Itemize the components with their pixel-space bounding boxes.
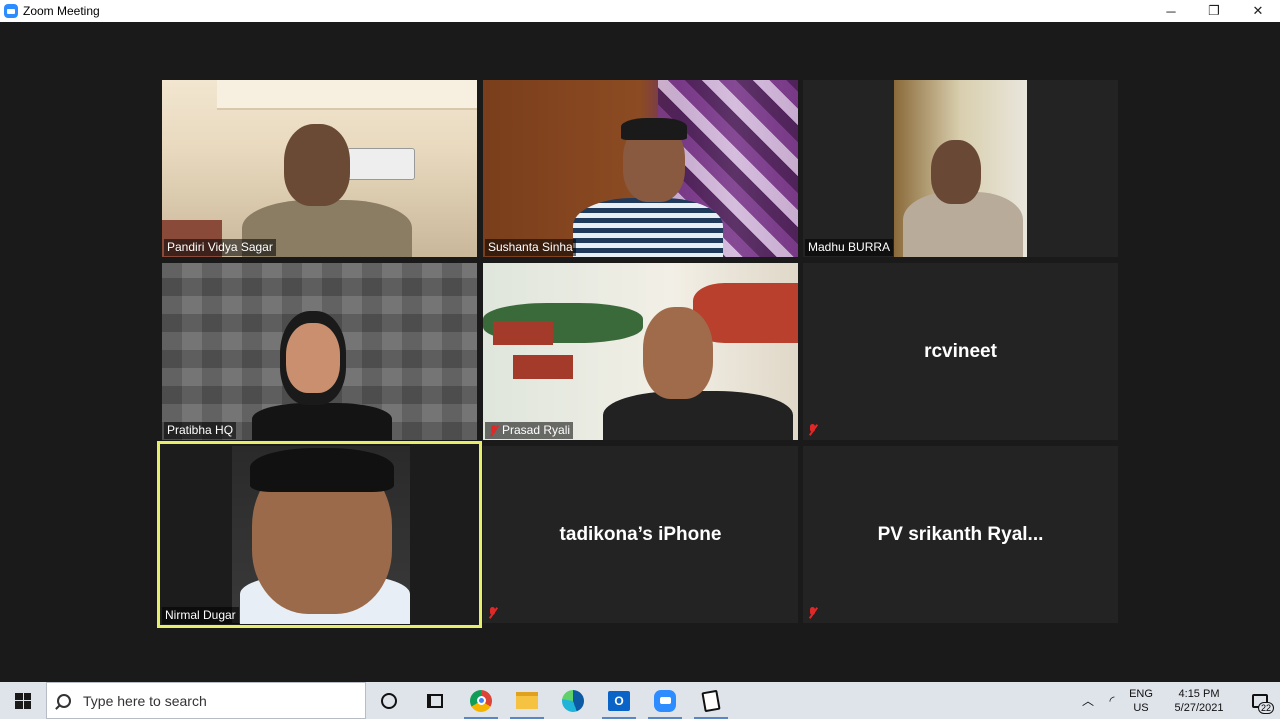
window-title: Zoom Meeting <box>23 4 100 18</box>
participant-name-tag: Nirmal Dugar <box>162 607 239 624</box>
participant-tile[interactable]: Pandiri Vidya Sagar <box>162 80 477 257</box>
restore-button[interactable]: ❐ <box>1192 0 1236 22</box>
participant-tile[interactable]: rcvineet <box>803 263 1118 440</box>
participant-name: Pratibha HQ <box>167 423 234 437</box>
zoom-icon[interactable] <box>642 682 688 719</box>
gallery-view: Pandiri Vidya Sagar Sushanta Sinha Madhu… <box>0 22 1280 682</box>
mic-muted-icon <box>488 424 499 437</box>
system-tray: ︿ ◜ ENG US 4:15 PM 5/27/2021 22 <box>1076 682 1280 719</box>
clock[interactable]: 4:15 PM 5/27/2021 <box>1158 687 1240 715</box>
notification-center-icon[interactable]: 22 <box>1240 682 1280 719</box>
participant-tile[interactable]: Prasad Ryali <box>483 263 798 440</box>
participant-tile[interactable]: Pratibha HQ <box>162 263 477 440</box>
notification-count: 22 <box>1257 702 1274 714</box>
edge-icon[interactable] <box>550 682 596 719</box>
participant-name: Nirmal Dugar <box>165 608 236 622</box>
participant-tile[interactable]: PV srikanth Ryal... <box>803 446 1118 623</box>
participant-video <box>162 80 477 257</box>
outlook-icon[interactable]: O <box>596 682 642 719</box>
participant-name-tag: Prasad Ryali <box>485 422 574 439</box>
close-button[interactable]: ✕ <box>1236 0 1280 22</box>
participant-name-tag: Sushanta Sinha <box>485 239 576 256</box>
participant-display-name: rcvineet <box>924 340 997 362</box>
language-indicator[interactable]: ENG US <box>1124 687 1158 715</box>
file-explorer-icon[interactable] <box>504 682 550 719</box>
taskbar-search-box[interactable] <box>46 682 366 719</box>
task-view-icon[interactable] <box>412 682 458 719</box>
participant-tile[interactable]: tadikona’s iPhone <box>483 446 798 623</box>
windows-logo-icon <box>15 692 31 709</box>
participant-video <box>803 80 1118 257</box>
windows-taskbar: O ︿ ◜ ENG US 4:15 PM 5/27/2021 22 <box>0 682 1280 719</box>
chevron-up-icon[interactable]: ︿ <box>1076 682 1100 719</box>
search-icon <box>57 693 71 708</box>
search-input[interactable] <box>83 692 353 709</box>
window-title-bar: Zoom Meeting ─ ❐ ✕ <box>0 0 1280 22</box>
participant-name: Pandiri Vidya Sagar <box>167 240 273 254</box>
solitaire-icon[interactable] <box>688 682 734 719</box>
mic-muted-icon <box>807 424 818 436</box>
participant-video <box>160 444 479 625</box>
mic-muted-icon <box>807 607 818 619</box>
region-code: US <box>1133 701 1149 714</box>
mic-muted-icon <box>487 607 498 619</box>
chrome-icon[interactable] <box>458 682 504 719</box>
participant-name-tag: Pratibha HQ <box>164 422 237 439</box>
minimize-button[interactable]: ─ <box>1149 0 1193 22</box>
participant-tile[interactable]: Madhu BURRA <box>803 80 1118 257</box>
participant-tile[interactable]: Sushanta Sinha <box>483 80 798 257</box>
participant-video <box>162 263 477 440</box>
clock-date: 5/27/2021 <box>1174 701 1224 714</box>
participant-name: Sushanta Sinha <box>488 240 573 254</box>
participant-display-name: PV srikanth Ryal... <box>877 523 1044 545</box>
participant-display-name: tadikona’s iPhone <box>559 523 722 545</box>
participant-tile-active-speaker[interactable]: Nirmal Dugar <box>157 441 482 628</box>
participant-name-tag: Madhu BURRA <box>805 239 894 256</box>
wifi-icon[interactable]: ◜ <box>1100 682 1124 719</box>
start-button[interactable] <box>0 682 46 719</box>
participant-name: Prasad Ryali <box>502 423 571 437</box>
language-code: ENG <box>1129 687 1153 700</box>
zoom-app-icon <box>4 4 18 18</box>
cortana-icon[interactable] <box>366 682 412 719</box>
participant-name-tag: Pandiri Vidya Sagar <box>164 239 276 256</box>
clock-time: 4:15 PM <box>1178 687 1220 700</box>
participant-video <box>483 263 798 440</box>
participant-video <box>483 80 798 257</box>
participant-name: Madhu BURRA <box>808 240 891 254</box>
